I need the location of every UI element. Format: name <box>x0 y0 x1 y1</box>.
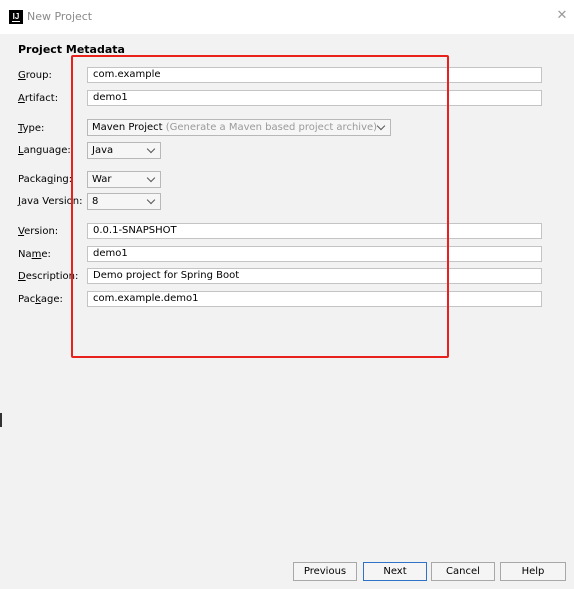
language-select[interactable]: Java <box>87 142 161 159</box>
package-field[interactable]: com.example.demo1 <box>87 291 542 307</box>
cancel-button[interactable]: Cancel <box>431 562 495 581</box>
section-title: Project Metadata <box>18 43 125 56</box>
group-label: Group: <box>18 70 52 81</box>
java-version-label: Java Version: <box>18 196 83 207</box>
intellij-logo-icon: IJ <box>9 10 23 24</box>
edge-marker <box>0 413 2 427</box>
package-label: Package: <box>18 294 63 305</box>
packaging-select-value: War <box>92 174 112 185</box>
name-field[interactable]: demo1 <box>87 246 542 262</box>
description-label: Description: <box>18 271 79 282</box>
group-field[interactable]: com.example <box>87 67 542 83</box>
language-select-value: Java <box>92 145 114 156</box>
description-field[interactable]: Demo project for Spring Boot <box>87 268 542 284</box>
type-select-value: Maven Project <box>92 122 163 133</box>
language-label: Language: <box>18 145 71 156</box>
name-label: Name: <box>18 249 51 260</box>
chevron-down-icon <box>146 173 156 183</box>
type-label: Type: <box>18 123 45 134</box>
version-field[interactable]: 0.0.1-SNAPSHOT <box>87 223 542 239</box>
artifact-label: Artifact: <box>18 93 59 104</box>
artifact-field[interactable]: demo1 <box>87 90 542 106</box>
window-title: New Project <box>27 10 93 23</box>
chevron-down-icon <box>146 195 156 205</box>
version-label: Version: <box>18 226 59 237</box>
next-button[interactable]: Next <box>363 562 427 581</box>
close-icon[interactable]: ✕ <box>555 9 569 23</box>
chevron-down-icon <box>146 144 156 154</box>
chevron-down-icon <box>376 121 386 131</box>
previous-button[interactable]: Previous <box>293 562 357 581</box>
packaging-select[interactable]: War <box>87 171 161 188</box>
title-bar: IJ New Project ✕ <box>0 0 574 34</box>
java-version-select[interactable]: 8 <box>87 193 161 210</box>
packaging-label: Packaging: <box>18 174 73 185</box>
help-button[interactable]: Help <box>500 562 566 581</box>
type-select-hint: (Generate a Maven based project archive) <box>165 122 378 133</box>
type-select[interactable]: Maven Project (Generate a Maven based pr… <box>87 119 391 136</box>
java-version-select-value: 8 <box>92 196 99 207</box>
